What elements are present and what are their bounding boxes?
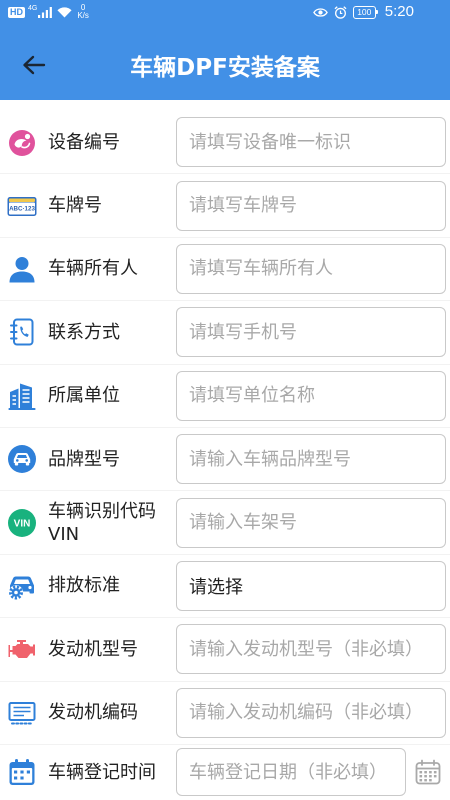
form-row-engine-model: 发动机型号 <box>0 618 450 682</box>
alarm-icon <box>334 5 347 19</box>
emission-car-icon <box>8 576 34 600</box>
device-id-label: 设备编号 <box>48 131 120 153</box>
engine-code-icon <box>8 701 36 725</box>
emission-standard-label: 排放标准 <box>48 575 120 597</box>
vin-input[interactable] <box>176 497 446 548</box>
engine-model-label: 发动机型号 <box>48 638 138 660</box>
calendar-icon <box>9 759 35 786</box>
status-right-group: 100 5:20 <box>312 3 414 21</box>
license-plate-icon: ABC·123 <box>7 196 37 216</box>
building-icon <box>8 383 36 410</box>
engine-code-label: 发动机编码 <box>48 702 138 724</box>
battery-icon: 100 <box>352 5 379 19</box>
plate-number-label: 车牌号 <box>48 195 102 217</box>
wifi-icon <box>57 6 72 18</box>
date-picker-button[interactable] <box>415 759 441 785</box>
engine-code-input[interactable] <box>176 687 446 738</box>
hd-badge: HD <box>8 6 25 18</box>
vin-label: 车辆识别代码 VIN <box>48 500 176 546</box>
contact-book-icon <box>10 318 34 346</box>
car-icon <box>8 445 36 474</box>
vin-label-line2: VIN <box>48 523 80 545</box>
page-title: 车辆DPF安装备案 <box>130 55 320 81</box>
status-bar: HD 4G 0 K/s 100 5:20 <box>0 0 450 24</box>
registration-date-input[interactable] <box>176 748 406 797</box>
back-button[interactable] <box>20 52 48 78</box>
registration-form: 设备编号 ABC·123 车牌号 车辆所有人 联系方式 <box>0 100 450 800</box>
registration-date-label: 车辆登记时间 <box>48 761 156 783</box>
back-arrow-icon <box>23 55 46 75</box>
owner-input[interactable] <box>176 243 446 294</box>
status-left-group: HD 4G 0 K/s <box>8 3 89 21</box>
form-row-owner: 车辆所有人 <box>0 238 450 302</box>
app-bar: HD 4G 0 K/s 100 5:20 车辆DPF安装备案 <box>0 0 450 100</box>
form-row-engine-code: 发动机编码 <box>0 682 450 745</box>
form-row-emission-standard: 排放标准 请选择 <box>0 555 450 619</box>
form-row-vin: VIN 车辆识别代码 VIN <box>0 491 450 555</box>
battery-level: 100 <box>357 6 372 17</box>
brand-model-label: 品牌型号 <box>48 448 120 470</box>
eye-comfort-icon <box>312 7 328 17</box>
phone-input[interactable] <box>176 307 446 358</box>
license-plate-icon-text: ABC·123 <box>9 205 35 212</box>
organization-label: 所属单位 <box>48 385 120 407</box>
organization-input[interactable] <box>176 370 446 421</box>
contact-label: 联系方式 <box>48 321 120 343</box>
net-speed: 0 K/s <box>77 4 89 20</box>
clock-time: 5:20 <box>384 3 414 20</box>
network-type: 4G <box>28 5 38 12</box>
form-row-contact: 联系方式 <box>0 301 450 365</box>
engine-model-input[interactable] <box>176 624 446 675</box>
brand-model-input[interactable] <box>176 434 446 485</box>
date-picker-icon <box>415 760 441 785</box>
form-row-brand-model: 品牌型号 <box>0 428 450 492</box>
person-icon <box>9 256 35 283</box>
vin-label-line1: 车辆识别代码 <box>48 500 156 522</box>
form-row-registration-date: 车辆登记时间 <box>0 745 450 800</box>
device-icon <box>9 130 35 157</box>
form-row-organization: 所属单位 <box>0 365 450 428</box>
vin-icon-text: VIN <box>14 518 31 529</box>
net-speed-unit: K/s <box>77 11 89 20</box>
device-id-input[interactable] <box>176 117 446 168</box>
header: 车辆DPF安装备案 <box>0 24 450 100</box>
vin-icon: VIN <box>8 508 36 537</box>
engine-icon <box>8 640 35 659</box>
owner-label: 车辆所有人 <box>48 258 138 280</box>
signal-icon <box>38 6 53 18</box>
plate-number-input[interactable] <box>176 180 446 231</box>
form-row-plate-number: ABC·123 车牌号 <box>0 174 450 238</box>
form-row-device-id: 设备编号 <box>0 111 450 175</box>
emission-standard-select[interactable]: 请选择 <box>176 560 446 611</box>
